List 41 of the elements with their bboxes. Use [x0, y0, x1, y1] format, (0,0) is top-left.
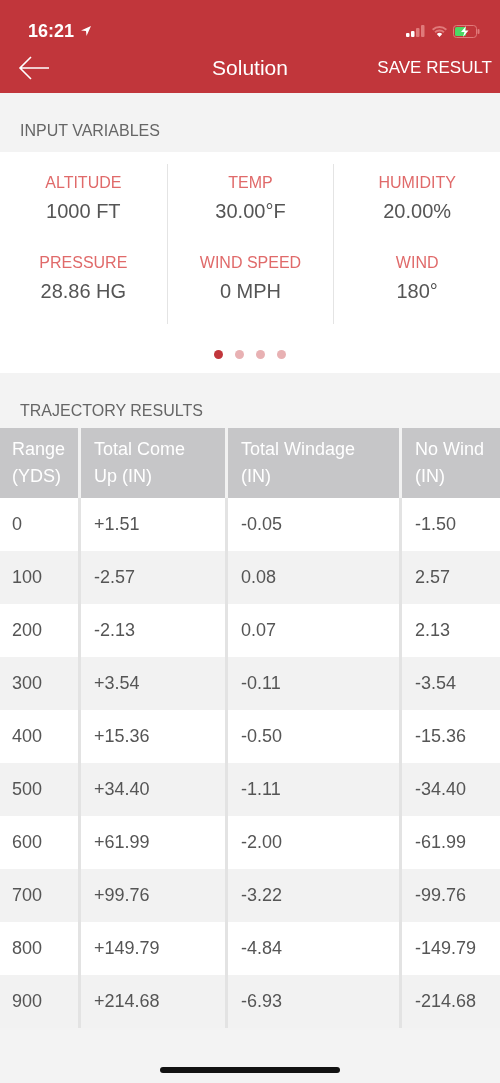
table-cell-text: 400: [11, 725, 44, 748]
page-dot[interactable]: [235, 350, 244, 359]
table-cell-text: 0: [11, 513, 23, 536]
table-cell-text: 600: [11, 831, 44, 854]
battery-charging-icon: [453, 24, 480, 38]
table-cell: -214.68: [399, 975, 500, 1028]
variable-value: 1000 FT: [46, 200, 121, 223]
column-header: Range (YDS): [11, 438, 67, 488]
back-arrow-icon: [18, 55, 50, 81]
variable-value: 180°: [396, 280, 438, 303]
page-dot[interactable]: [277, 350, 286, 359]
variable-label: WIND: [395, 254, 439, 272]
variable-label: WIND SPEED: [199, 254, 302, 272]
section-title: TRAJECTORY RESULTS: [19, 400, 204, 421]
status-time: 16:21: [28, 20, 75, 42]
variable-value: 28.86 HG: [40, 280, 127, 303]
table-cell-text: 800: [11, 937, 44, 960]
variable-label: TEMP: [228, 174, 273, 192]
variable-value: 20.00%: [383, 200, 452, 223]
variable-label: PRESSURE: [39, 254, 128, 272]
table-cell: -6.93: [225, 975, 399, 1028]
table-cell-text: 500: [11, 778, 44, 801]
table-cell: +214.68: [78, 975, 225, 1028]
location-arrow-icon: [80, 25, 93, 37]
table-cell-text: 200: [11, 619, 44, 642]
table-cell-text: 300: [11, 672, 44, 695]
table-cell-text: 900: [11, 990, 44, 1013]
table-cell-text: 700: [11, 884, 44, 907]
signal-icon: [406, 25, 426, 37]
page-dot[interactable]: [256, 350, 265, 359]
back-button[interactable]: [18, 55, 50, 81]
variable-value: 30.00°F: [215, 200, 286, 223]
variable-label: ALTITUDE: [45, 174, 122, 192]
section-title: INPUT VARIABLES: [19, 120, 161, 141]
page-dot[interactable]: [214, 350, 223, 359]
variable-label: HUMIDITY: [378, 174, 456, 192]
wifi-icon: [431, 25, 448, 37]
table-cell-text: 100: [11, 566, 44, 589]
screen-title: Solution: [212, 56, 288, 80]
variable-value: 0 MPH: [219, 280, 282, 303]
save-result-button[interactable]: SAVE RESULT: [377, 58, 492, 78]
